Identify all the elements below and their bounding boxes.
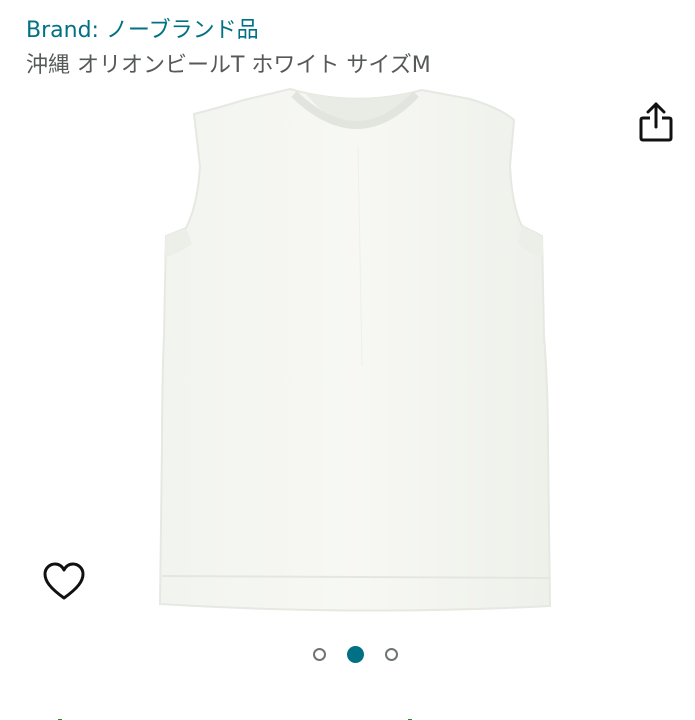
share-icon xyxy=(639,102,673,142)
product-image[interactable] xyxy=(158,86,554,612)
carousel-dots xyxy=(0,646,695,668)
product-title: 沖縄 オリオンビールT ホワイト サイズM xyxy=(26,53,431,78)
heart-icon xyxy=(43,562,85,600)
carousel-dot-3[interactable] xyxy=(384,648,398,661)
brand-link[interactable]: Brand: ノーブランド品 xyxy=(26,12,259,44)
share-button[interactable] xyxy=(636,100,676,144)
tshirt-image xyxy=(158,87,552,612)
carousel-dot-2[interactable] xyxy=(346,646,364,663)
product-page: Brand: ノーブランド品 沖縄 オリオンビールT ホワイト サイズM xyxy=(0,0,695,720)
wishlist-button[interactable] xyxy=(42,562,86,602)
partial-green-text xyxy=(24,704,524,720)
carousel-dot-1[interactable] xyxy=(312,648,326,661)
